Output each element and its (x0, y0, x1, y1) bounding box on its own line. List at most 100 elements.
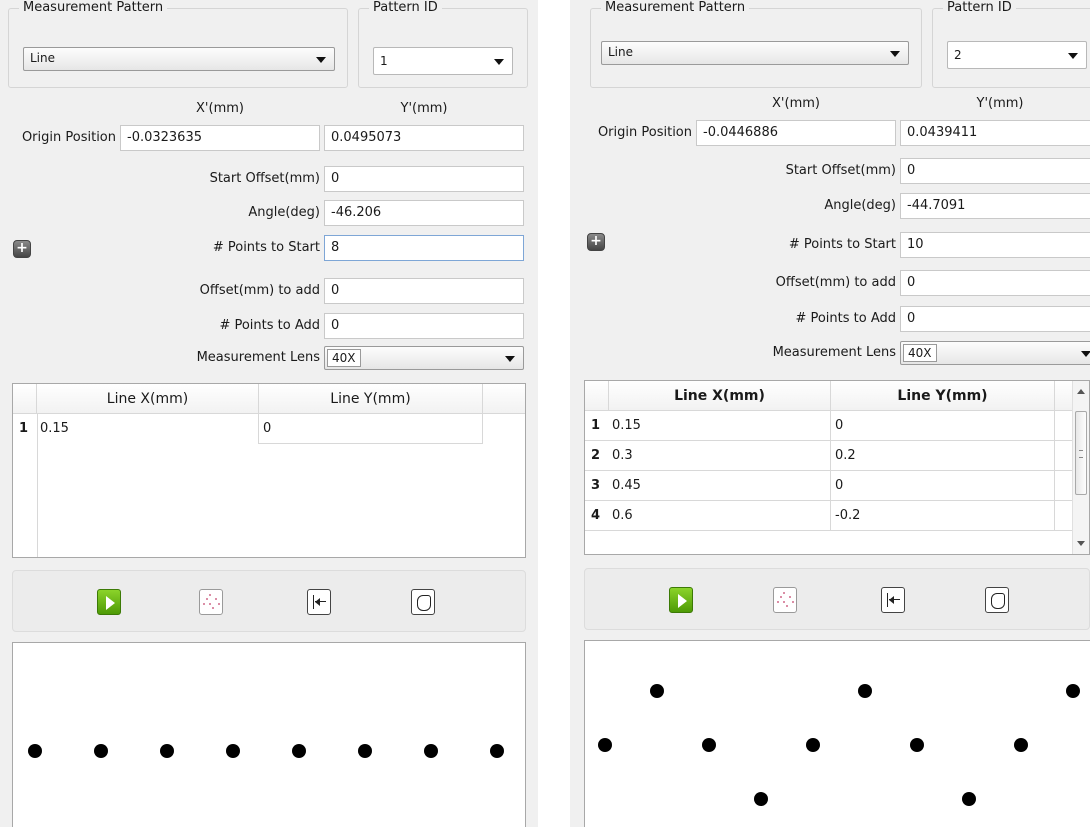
table-header: Line X(mm) Line Y(mm) (585, 381, 1072, 411)
chevron-down-icon (1081, 351, 1090, 357)
pattern-point (598, 738, 612, 752)
offset-to-add-label: Offset(mm) to add (199, 283, 320, 298)
table-row[interactable]: 1 0.15 0 (13, 414, 525, 444)
x-column-title: X'(mm) (196, 101, 244, 116)
measurement-pattern-group: Measurement Pattern Line (590, 0, 922, 88)
pattern-id-title: Pattern ID (369, 0, 442, 15)
measurement-pattern-value: Line (30, 51, 56, 65)
cell-line-x[interactable]: 0.6 (609, 501, 831, 531)
start-offset-label: Start Offset(mm) (209, 171, 320, 186)
points-to-add-input[interactable]: 0 (900, 306, 1090, 332)
pattern-point (702, 738, 716, 752)
pattern-id-select[interactable]: 2 (947, 41, 1087, 69)
offset-to-add-input[interactable]: 0 (900, 270, 1090, 296)
cell-line-y[interactable]: -0.2 (831, 501, 1055, 531)
start-offset-input[interactable]: 0 (324, 166, 524, 192)
scrollbar-thumb[interactable] (1075, 411, 1087, 495)
chevron-down-icon (505, 356, 515, 362)
pattern-point (754, 792, 768, 806)
offset-to-add-label: Offset(mm) to add (775, 275, 896, 290)
offset-to-add-input[interactable]: 0 (324, 278, 524, 304)
origin-x-input[interactable]: -0.0446886 (696, 120, 896, 146)
cell-line-y[interactable]: 0 (259, 414, 483, 444)
pattern-point (650, 684, 664, 698)
origin-position-label: Origin Position (21, 130, 116, 145)
go-to-start-icon[interactable] (307, 589, 331, 615)
go-to-start-icon[interactable] (881, 587, 905, 613)
cell-line-x[interactable]: 0.15 (609, 411, 831, 441)
pattern-id-title: Pattern ID (943, 0, 1016, 15)
table-row[interactable]: 2 0.3 0.2 (585, 441, 1072, 471)
header-line-x[interactable]: Line X(mm) (37, 384, 259, 414)
angle-input[interactable]: -44.7091 (900, 193, 1090, 219)
pattern-chart-glyph (777, 592, 794, 607)
measurement-lens-select[interactable]: 40X (324, 346, 524, 370)
cell-line-x[interactable]: 0.45 (609, 471, 831, 501)
pattern-point (292, 744, 306, 758)
start-offset-label: Start Offset(mm) (785, 163, 896, 178)
line-points-table: Line X(mm) Line Y(mm) 1 0.15 0 (12, 383, 526, 558)
points-to-start-label: # Points to Start (788, 237, 896, 252)
angle-input[interactable]: -46.206 (324, 200, 524, 226)
pattern-point (160, 744, 174, 758)
pattern-chart-icon[interactable] (199, 589, 223, 615)
play-icon[interactable] (669, 587, 693, 613)
scroll-down-icon[interactable] (1077, 541, 1085, 546)
cell-line-y[interactable]: 0.2 (831, 441, 1055, 471)
measurement-lens-select[interactable]: 40X (900, 341, 1090, 365)
origin-y-input[interactable]: 0.0439411 (900, 120, 1090, 146)
origin-y-input[interactable]: 0.0495073 (324, 125, 524, 151)
row-number: 2 (591, 448, 601, 463)
pattern-point (358, 744, 372, 758)
table-vertical-scrollbar[interactable] (1072, 381, 1089, 554)
pattern-point (226, 744, 240, 758)
header-line-y[interactable]: Line Y(mm) (259, 384, 483, 414)
measurement-pattern-select[interactable]: Line (23, 47, 335, 71)
pattern-id-group: Pattern ID 1 (358, 0, 528, 88)
table-row[interactable]: 4 0.6 -0.2 (585, 501, 1072, 531)
header-line-x[interactable]: Line X(mm) (609, 381, 831, 411)
angle-label: Angle(deg) (248, 205, 320, 220)
cell-line-y[interactable]: 0 (831, 411, 1055, 441)
points-to-start-input[interactable]: 10 (900, 232, 1090, 258)
origin-x-input[interactable]: -0.0323635 (120, 125, 320, 151)
cell-line-y[interactable]: 0 (831, 471, 1055, 501)
points-to-add-label: # Points to Add (795, 311, 896, 326)
pattern-point (806, 738, 820, 752)
pattern-preview-canvas (12, 642, 526, 827)
pattern-point (424, 744, 438, 758)
scroll-up-icon[interactable] (1077, 389, 1085, 394)
header-line-y[interactable]: Line Y(mm) (831, 381, 1055, 411)
pattern-point (858, 684, 872, 698)
outline-shape-icon[interactable] (411, 589, 435, 615)
table-row[interactable]: 3 0.45 0 (585, 471, 1072, 501)
measurement-lens-label: Measurement Lens (772, 345, 896, 360)
pattern-panel-left: Measurement Pattern Line Pattern ID 1 X'… (0, 0, 538, 827)
row-number: 4 (591, 508, 601, 523)
pattern-id-value: 2 (954, 48, 962, 62)
play-icon[interactable] (97, 589, 121, 615)
pattern-id-value: 1 (380, 54, 388, 68)
pattern-chart-glyph (203, 594, 220, 609)
pattern-point (1014, 738, 1028, 752)
cell-line-x[interactable]: 0.3 (609, 441, 831, 471)
row-number: 1 (591, 418, 601, 433)
chevron-down-icon (494, 59, 504, 65)
start-offset-input[interactable]: 0 (900, 158, 1090, 184)
measurement-lens-label: Measurement Lens (196, 350, 320, 365)
pattern-chart-icon[interactable] (773, 587, 797, 613)
chevron-down-icon (316, 57, 326, 63)
outline-shape-icon[interactable] (985, 587, 1009, 613)
table-row[interactable]: 1 0.15 0 (585, 411, 1072, 441)
y-column-title: Y'(mm) (976, 96, 1024, 111)
pattern-preview-canvas (584, 640, 1090, 827)
cell-line-x[interactable]: 0.15 (37, 414, 259, 444)
add-pattern-button[interactable]: + (587, 233, 605, 251)
add-pattern-button[interactable]: + (13, 240, 31, 258)
points-to-start-input[interactable]: 8 (324, 235, 524, 261)
pattern-id-select[interactable]: 1 (373, 47, 513, 75)
row-number: 3 (591, 478, 601, 493)
points-to-add-input[interactable]: 0 (324, 313, 524, 339)
y-column-title: Y'(mm) (400, 101, 448, 116)
measurement-pattern-select[interactable]: Line (601, 41, 909, 65)
